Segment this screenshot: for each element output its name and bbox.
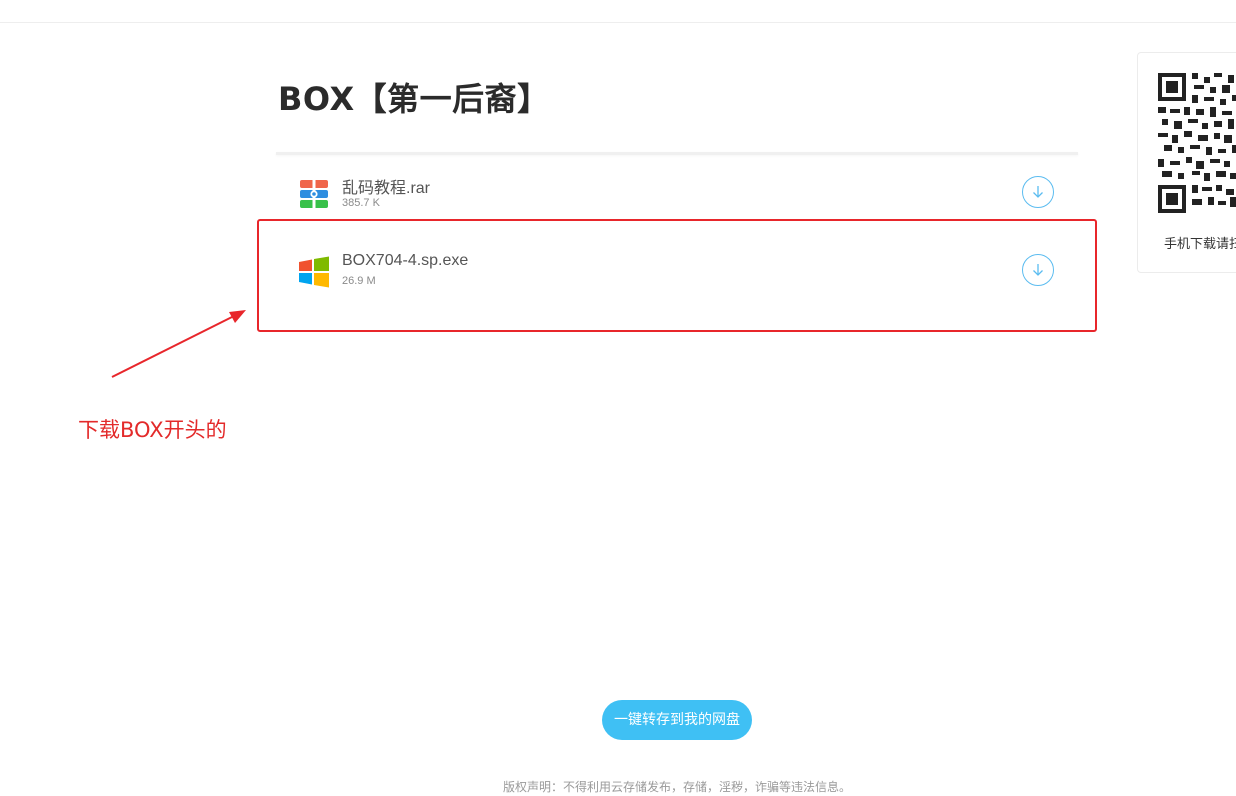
annotation-text: 下载BOX开头的 xyxy=(78,418,227,442)
highlight-box xyxy=(257,219,1097,332)
archive-rar-icon xyxy=(298,178,330,210)
save-to-netdisk-button[interactable]: 一键转存到我的网盘 xyxy=(602,700,752,740)
annotation-arrow-icon xyxy=(111,310,246,378)
file-row-rar[interactable]: 乱码教程.rar 385.7 K xyxy=(276,164,1078,224)
qr-panel: 手机下载请扫码 xyxy=(1137,52,1236,273)
qr-code-icon xyxy=(1158,73,1236,213)
download-button[interactable] xyxy=(1022,176,1054,208)
copyright-notice: 版权声明：不得利用云存储发布，存储，淫秽，诈骗等违法信息。 xyxy=(502,780,851,794)
top-bar xyxy=(0,0,1236,23)
list-divider xyxy=(276,152,1078,155)
page-title: BOX【第一后裔】 xyxy=(278,80,550,118)
download-arrow-icon xyxy=(1033,186,1043,198)
share-page: BOX【第一后裔】 乱码教程.rar 385.7 K BOX704-4.sp.e… xyxy=(0,0,1236,796)
file-name[interactable]: 乱码教程.rar xyxy=(342,174,430,198)
file-size: 385.7 K xyxy=(342,197,380,209)
qr-caption: 手机下载请扫码 xyxy=(1164,236,1236,251)
